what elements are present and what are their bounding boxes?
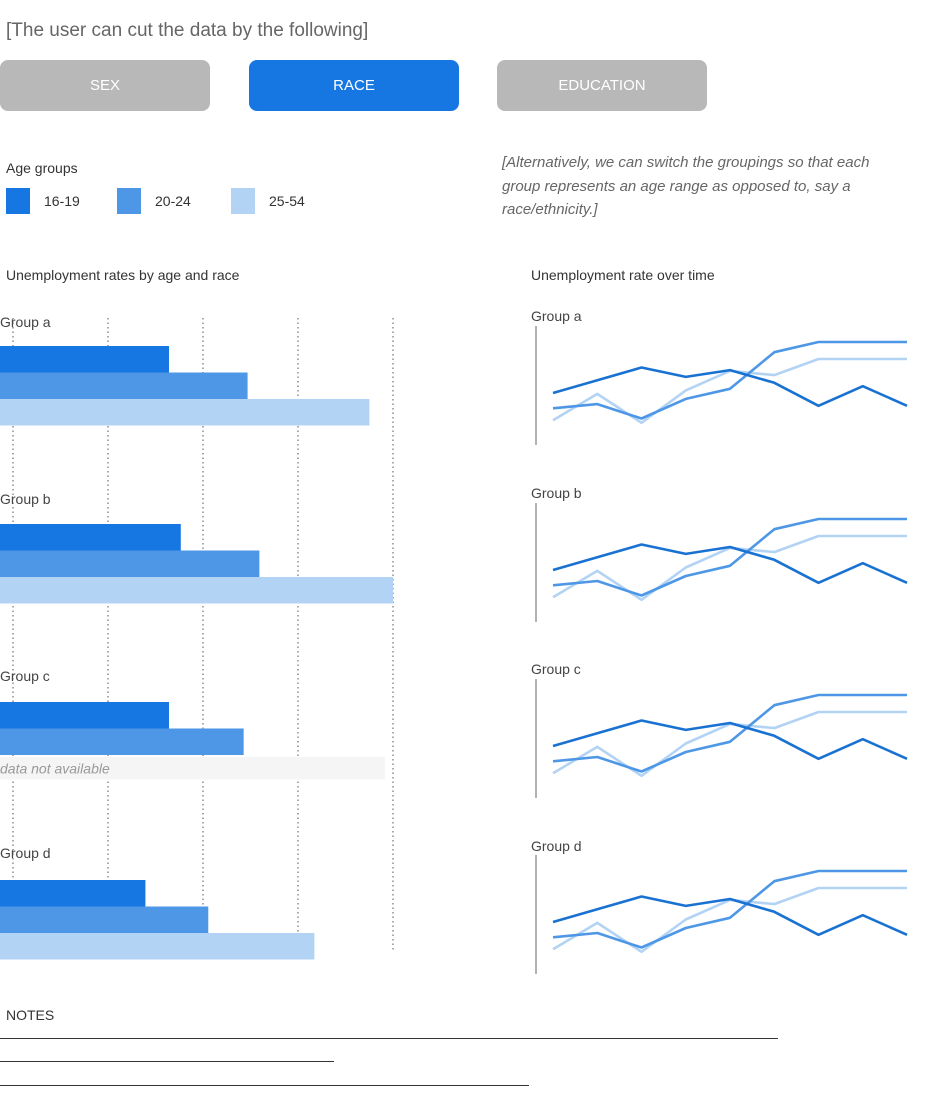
notes-title: NOTES bbox=[6, 1007, 55, 1023]
line-charts bbox=[535, 326, 908, 974]
notes-line bbox=[0, 1038, 778, 1039]
line-series bbox=[552, 869, 907, 949]
notes-line bbox=[0, 1061, 334, 1062]
line-series bbox=[552, 693, 907, 773]
line-series bbox=[552, 517, 907, 597]
line-series bbox=[552, 340, 907, 420]
notes-line bbox=[0, 1085, 529, 1086]
